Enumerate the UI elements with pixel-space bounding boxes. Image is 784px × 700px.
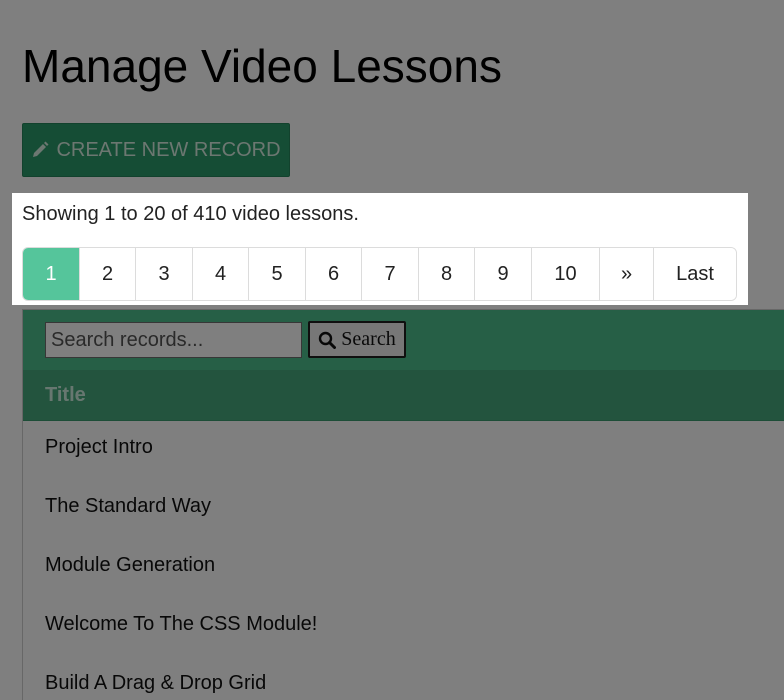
table-row[interactable]: The Standard Way — [23, 480, 784, 540]
row-title: Welcome To The CSS Module! — [45, 613, 318, 635]
highlighted-pagination-area: Showing 1 to 20 of 410 video lessons. 1 … — [12, 193, 748, 305]
page-link-8[interactable]: 8 — [418, 248, 474, 300]
column-header-title[interactable]: Title — [45, 384, 86, 406]
create-new-record-button[interactable]: CREATE NEW RECORD — [22, 123, 290, 177]
table-row[interactable]: Project Intro — [23, 421, 784, 481]
search-bar: Search — [23, 310, 784, 371]
table-row[interactable]: Module Generation — [23, 539, 784, 599]
page-link-5[interactable]: 5 — [248, 248, 305, 300]
page-link-3[interactable]: 3 — [135, 248, 192, 300]
page-link-1[interactable]: 1 — [23, 248, 79, 300]
pagination: 1 2 3 4 5 6 7 8 9 10 » Last — [22, 247, 737, 301]
search-icon — [318, 331, 337, 349]
search-button[interactable]: Search — [308, 321, 406, 358]
page-link-4[interactable]: 4 — [192, 248, 248, 300]
page-link-7[interactable]: 7 — [361, 248, 418, 300]
search-input[interactable] — [45, 322, 302, 358]
page-link-2[interactable]: 2 — [79, 248, 135, 300]
records-panel: Search Title Project Intro The Standard … — [22, 309, 784, 700]
row-title: Module Generation — [45, 554, 216, 576]
page-next-link[interactable]: » — [599, 248, 653, 300]
table-header: Title — [23, 370, 784, 421]
row-title: The Standard Way — [45, 495, 212, 517]
results-summary: Showing 1 to 20 of 410 video lessons. — [22, 203, 359, 225]
page-last-link[interactable]: Last — [653, 248, 736, 300]
page-link-10[interactable]: 10 — [531, 248, 599, 300]
row-title: Project Intro — [45, 436, 153, 458]
table-row[interactable]: Build A Drag & Drop Grid — [23, 657, 784, 700]
row-title: Build A Drag & Drop Grid — [45, 672, 267, 694]
page-link-9[interactable]: 9 — [474, 248, 531, 300]
create-button-label: CREATE NEW RECORD — [56, 138, 281, 161]
search-button-label: Search — [341, 328, 396, 350]
page-link-6[interactable]: 6 — [305, 248, 361, 300]
pencil-icon — [31, 141, 49, 159]
page-title: Manage Video Lessons — [22, 40, 502, 92]
table-row[interactable]: Welcome To The CSS Module! — [23, 598, 784, 658]
